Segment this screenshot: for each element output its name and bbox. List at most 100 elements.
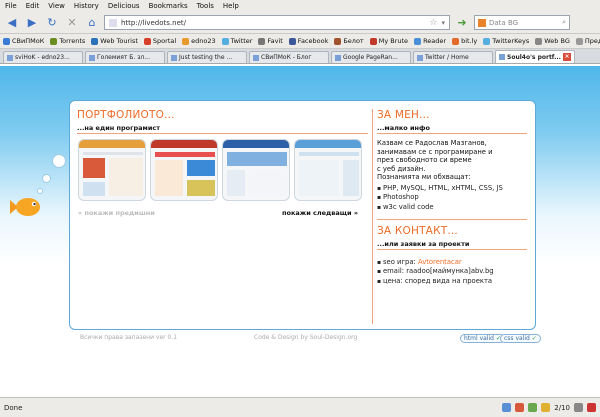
go-button[interactable]: ➜ [454, 15, 470, 31]
bookmark-item[interactable]: Белот [334, 37, 364, 45]
forward-button[interactable]: ▶ [24, 15, 40, 31]
search-engine-icon[interactable] [478, 18, 486, 27]
portfolio-thumb-1[interactable] [78, 139, 146, 201]
menu-item-view[interactable]: View [48, 2, 65, 10]
tab-label: sviHoK - edno23... [15, 54, 70, 61]
bookmark-item[interactable]: Web BG [535, 37, 570, 45]
html-valid-label: html valid [464, 335, 494, 342]
copyright-text: Всички права запазени ver 0.1 [80, 334, 178, 341]
search-input[interactable]: Data BG [489, 19, 518, 27]
tab-bar: sviHoK - edno23... Големият Б. зл... Just … [0, 49, 600, 64]
bookmark-label: Web BG [544, 37, 570, 45]
portfolio-thumb-4[interactable] [294, 139, 362, 201]
contact-value[interactable]: Avtorentacar [418, 258, 462, 266]
bookmark-item[interactable]: Twitter [221, 37, 253, 45]
browser-tab[interactable]: Големият Б. зл... [85, 51, 165, 63]
bookmark-favicon-icon [414, 37, 422, 45]
tab-label: Soul4o's portf... [507, 53, 561, 61]
bookmark-item[interactable]: Web Tourist [91, 37, 138, 45]
bookmark-item[interactable]: Reader [414, 37, 446, 45]
skill-item: PHP, MySQL, HTML, xHTML, CSS, JS [377, 184, 503, 193]
bookmarks-bar: СВиПМоК Torrents Web Tourist Sportal edno23 T… [0, 34, 600, 49]
menu-item-edit[interactable]: Edit [26, 2, 40, 10]
browser-tab[interactable]: Twitter / Home [413, 51, 493, 63]
menu-item-history[interactable]: History [74, 2, 99, 10]
next-link[interactable]: покажи следващи » [282, 209, 358, 217]
bookmark-favicon-icon [221, 37, 229, 45]
search-icon[interactable]: ⌕ [562, 18, 566, 27]
bubble-large [52, 154, 66, 168]
browser-tab[interactable]: Google PageRan... [331, 51, 411, 63]
navigation-toolbar: ◀ ▶ ↻ ✕ ⌂ http://livedots.net/ ☆ ▾ ➜ Dat… [0, 12, 600, 34]
menu-bar: File Edit View History Delicious Bookmarks Too… [0, 0, 600, 12]
bookmark-item[interactable]: bit.ly [452, 37, 477, 45]
addon-icon[interactable] [541, 403, 551, 412]
browser-tab[interactable]: Just testing the ... [167, 51, 247, 63]
addon-icon[interactable] [528, 403, 538, 412]
contact-item: email: raadoo[маймунка]abv.bg [377, 267, 494, 276]
address-bar[interactable]: http://livedots.net/ ☆ ▾ [104, 15, 450, 30]
bookmark-label: Reader [423, 37, 447, 45]
addon-icon[interactable] [587, 403, 596, 412]
bookmark-favicon-icon [3, 37, 10, 45]
bookmark-item[interactable]: My Brute [369, 37, 408, 45]
dropdown-arrow-icon[interactable]: ▾ [441, 19, 445, 27]
css-valid-label: css valid [504, 335, 530, 342]
tab-label: Google PageRan... [343, 54, 398, 61]
html-valid-badge[interactable]: html valid ✓ [460, 334, 505, 343]
reload-button[interactable]: ↻ [44, 15, 60, 31]
portfolio-card: ПОРТФОЛИОТО... ...на един програмист « п… [69, 100, 536, 330]
css-valid-badge[interactable]: css valid ✓ [500, 334, 541, 343]
bookmark-item[interactable]: Пред. [575, 37, 600, 45]
back-button[interactable]: ◀ [4, 15, 20, 31]
about-line: Казвам се Радослав Мазганов, [377, 139, 487, 147]
bookmark-item[interactable]: Sportal [143, 37, 176, 45]
menu-item-tools[interactable]: Tools [197, 2, 214, 10]
page-content: ПОРТФОЛИОТО... ...на един програмист « п… [0, 66, 600, 397]
contact-subtitle: ...или заявки за проекти [377, 240, 470, 248]
browser-tab[interactable]: Soul4o's portf... × [495, 50, 575, 63]
skill-item: w3c valid code [377, 203, 503, 212]
prev-link[interactable]: « покажи предишни [78, 209, 155, 217]
bookmark-favicon-icon [182, 37, 190, 45]
contact-divider [377, 249, 527, 250]
bookmark-item[interactable]: Torrents [50, 37, 85, 45]
bookmark-item[interactable]: edno23 [182, 37, 216, 45]
search-bar[interactable]: Data BG ⌕ [474, 15, 570, 30]
browser-tab[interactable]: СВиПМоК - Блог [249, 51, 329, 63]
addon-icon[interactable] [515, 403, 525, 412]
contact-item: цена: според вида на проекта [377, 277, 494, 286]
bookmark-item[interactable]: TwitterKeys [483, 37, 529, 45]
credits-link[interactable]: Code & Design by Soul-Design.org [254, 334, 357, 341]
menu-item-file[interactable]: File [5, 2, 17, 10]
menu-item-bookmarks[interactable]: Bookmarks [149, 2, 188, 10]
about-subtitle: ...малко инфо [377, 124, 430, 132]
about-line: с уеб дизайн. [377, 164, 426, 173]
browser-tab[interactable]: sviHoK - edno23... [3, 51, 83, 63]
browser-chrome: File Edit View History Delicious Bookmarks Too… [0, 0, 600, 64]
column-divider [372, 109, 373, 324]
bookmark-item[interactable]: Favit [258, 37, 283, 45]
bookmark-favicon-icon [288, 37, 296, 45]
stop-button[interactable]: ✕ [64, 15, 80, 31]
menu-item-help[interactable]: Help [223, 2, 239, 10]
bookmark-item[interactable]: СВиПМоК [3, 37, 44, 45]
star-icon[interactable]: ☆ [429, 18, 437, 28]
bookmark-label: Favit [267, 37, 283, 45]
home-button[interactable]: ⌂ [84, 15, 100, 31]
portfolio-thumb-3[interactable] [222, 139, 290, 201]
addon-icon[interactable] [502, 403, 512, 412]
portfolio-thumb-2[interactable] [150, 139, 218, 201]
check-icon: ✓ [531, 335, 537, 342]
menu-item-delicious[interactable]: Delicious [108, 2, 140, 10]
bubble-small [37, 188, 43, 194]
contact-value: според вида на проекта [404, 276, 493, 285]
contact-label: цена: [382, 276, 405, 285]
addon-icon[interactable] [574, 403, 583, 412]
about-line: Познанията ми обхващат: [377, 173, 471, 181]
url-text: http://livedots.net/ [121, 18, 186, 27]
close-tab-icon[interactable]: × [563, 53, 571, 61]
bookmark-item[interactable]: Facebook [288, 37, 328, 45]
skills-divider [377, 219, 527, 220]
bookmark-label: Twitter [230, 37, 253, 45]
